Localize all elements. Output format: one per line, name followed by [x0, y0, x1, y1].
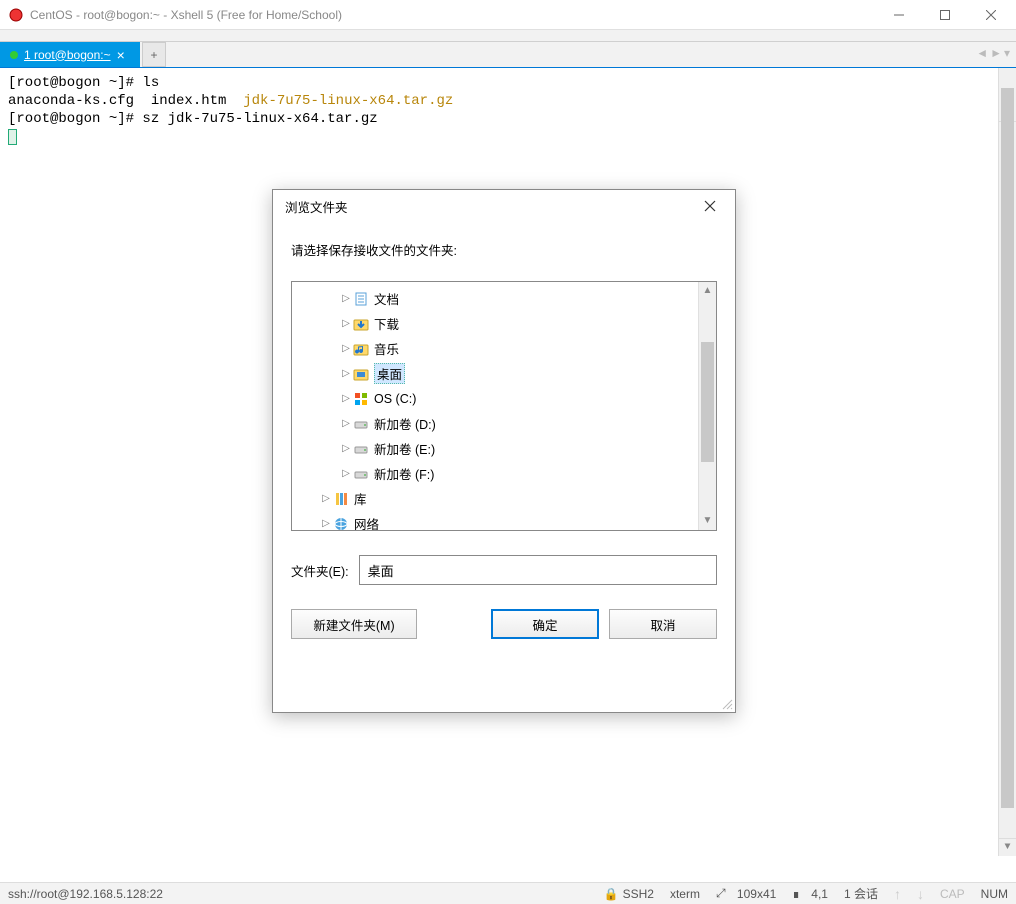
tree-item-label: 桌面: [374, 363, 405, 384]
status-cursor: ∎ 4,1: [792, 887, 828, 901]
tree-item[interactable]: ▷ 新加卷 (F:): [292, 461, 716, 486]
term-line3-prompt: [root@bogon ~]#: [8, 111, 142, 127]
drive-icon: [352, 440, 370, 458]
tree-item-label: 文档: [374, 289, 399, 308]
dialog-title: 浏览文件夹: [285, 197, 697, 216]
tree-item-label: 新加卷 (F:): [374, 464, 434, 483]
tree-item[interactable]: ▷ 新加卷 (D:): [292, 411, 716, 436]
transfer-up-icon: ↑: [894, 886, 901, 902]
status-term: xterm: [670, 887, 700, 901]
terminal-scrollbar[interactable]: ▲ ▼: [998, 68, 1016, 856]
status-sessions: 1 会话: [844, 885, 878, 902]
expand-arrow-icon[interactable]: ▷: [340, 343, 352, 354]
tree-item-label: 网络: [354, 514, 379, 530]
connection-status-icon: [10, 51, 18, 59]
tree-item[interactable]: ▷ 桌面: [292, 361, 716, 386]
tab-session[interactable]: 1 root@bogon:~ ×: [0, 42, 140, 67]
dialog-prompt: 请选择保存接收文件的文件夹:: [291, 240, 717, 259]
dialog-titlebar: 浏览文件夹: [273, 190, 735, 222]
tree-item[interactable]: ▷ 下载: [292, 311, 716, 336]
drive-icon: [352, 415, 370, 433]
expand-arrow-icon[interactable]: ▷: [320, 493, 332, 504]
tree-item-label: 新加卷 (D:): [374, 414, 436, 433]
down-icon: [352, 315, 370, 333]
lib-icon: [332, 490, 350, 508]
maximize-button[interactable]: [922, 0, 968, 30]
tree-item-label: 库: [354, 489, 367, 508]
terminal-cursor: [8, 129, 17, 145]
doc-icon: [352, 290, 370, 308]
expand-arrow-icon[interactable]: ▷: [340, 318, 352, 329]
folder-tree[interactable]: ▷ 文档 ▷ 下载 ▷ 音乐 ▷ 桌面 ▷ OS (C:) ▷ 新加卷 (D:) ▷ 新加卷 (E:) ▷ 新…: [291, 281, 717, 531]
close-button[interactable]: [968, 0, 1014, 30]
tab-label: 1 root@bogon:~: [24, 48, 111, 62]
tree-item[interactable]: ▷ 网络: [292, 511, 716, 530]
titlebar: CentOS - root@bogon:~ - Xshell 5 (Free f…: [0, 0, 1016, 30]
expand-arrow-icon[interactable]: ▷: [340, 468, 352, 479]
tabbar: 1 root@bogon:~ × + ◄ ► ▾: [0, 42, 1016, 68]
expand-arrow-icon[interactable]: ▷: [340, 418, 352, 429]
term-line1-cmd: ls: [142, 75, 159, 91]
os-icon: [352, 390, 370, 408]
tree-scroll-up-icon[interactable]: ▲: [699, 282, 716, 300]
expand-arrow-icon[interactable]: ▷: [340, 443, 352, 454]
resize-grip-icon[interactable]: [721, 698, 733, 710]
folder-field-label: 文件夹(E):: [291, 561, 349, 580]
term-line3-cmd: sz jdk-7u75-linux-x64.tar.gz: [142, 111, 377, 127]
toolstrip: [0, 30, 1016, 42]
scroll-down-icon[interactable]: ▼: [999, 838, 1016, 856]
tree-item[interactable]: ▷库: [292, 486, 716, 511]
tree-item-label: OS (C:): [374, 392, 416, 406]
ok-button[interactable]: 确定: [491, 609, 599, 639]
expand-arrow-icon[interactable]: ▷: [340, 293, 352, 304]
tree-item-label: 音乐: [374, 339, 399, 358]
tree-item-label: 下载: [374, 314, 399, 333]
new-folder-button[interactable]: 新建文件夹(M): [291, 609, 417, 639]
status-connection: ssh://root@192.168.5.128:22: [8, 887, 163, 901]
term-line2-b: jdk-7u75-linux-x64.tar.gz: [243, 93, 453, 109]
tab-nav: ◄ ► ▾: [976, 46, 1010, 60]
tab-next-icon[interactable]: ►: [990, 46, 1002, 60]
lock-icon: 🔒: [604, 887, 619, 901]
minimize-button[interactable]: [876, 0, 922, 30]
status-cap: CAP: [940, 887, 965, 901]
tree-item[interactable]: ▷ 文档: [292, 286, 716, 311]
tree-item[interactable]: ▷ 音乐: [292, 336, 716, 361]
dialog-close-button[interactable]: [697, 193, 723, 219]
statusbar: ssh://root@192.168.5.128:22 🔒SSH2 xterm …: [0, 882, 1016, 904]
tree-scroll-thumb[interactable]: [701, 342, 714, 462]
status-protocol: 🔒SSH2: [604, 887, 654, 901]
scroll-thumb[interactable]: [1001, 88, 1014, 808]
tree-scroll-down-icon[interactable]: ▼: [699, 512, 716, 530]
tab-prev-icon[interactable]: ◄: [976, 46, 988, 60]
tab-close-icon[interactable]: ×: [117, 47, 125, 63]
tree-scrollbar[interactable]: ▲ ▼: [698, 282, 716, 530]
term-line1-prompt: [root@bogon ~]#: [8, 75, 142, 91]
tree-item-label: 新加卷 (E:): [374, 439, 435, 458]
desktop-icon: [352, 365, 370, 383]
new-tab-button[interactable]: +: [142, 42, 166, 67]
cancel-button[interactable]: 取消: [609, 609, 717, 639]
expand-arrow-icon[interactable]: ▷: [340, 393, 352, 404]
status-num: NUM: [981, 887, 1008, 901]
transfer-down-icon: ↓: [917, 886, 924, 902]
expand-arrow-icon[interactable]: ▷: [340, 368, 352, 379]
term-line2-a: anaconda-ks.cfg index.htm: [8, 93, 243, 109]
drive-icon: [352, 465, 370, 483]
app-icon: [8, 7, 24, 23]
music-icon: [352, 340, 370, 358]
tab-menu-icon[interactable]: ▾: [1004, 46, 1010, 60]
tree-item[interactable]: ▷ OS (C:): [292, 386, 716, 411]
tree-item[interactable]: ▷ 新加卷 (E:): [292, 436, 716, 461]
expand-arrow-icon[interactable]: ▷: [320, 518, 332, 529]
folder-input[interactable]: [359, 555, 717, 585]
net-icon: [332, 515, 350, 531]
window-title: CentOS - root@bogon:~ - Xshell 5 (Free f…: [30, 8, 876, 22]
status-size: ⤢ 109x41: [716, 886, 776, 901]
browse-folder-dialog: 浏览文件夹 请选择保存接收文件的文件夹: ▷ 文档 ▷ 下载 ▷ 音乐 ▷ 桌面 ▷ OS (C:…: [272, 189, 736, 713]
